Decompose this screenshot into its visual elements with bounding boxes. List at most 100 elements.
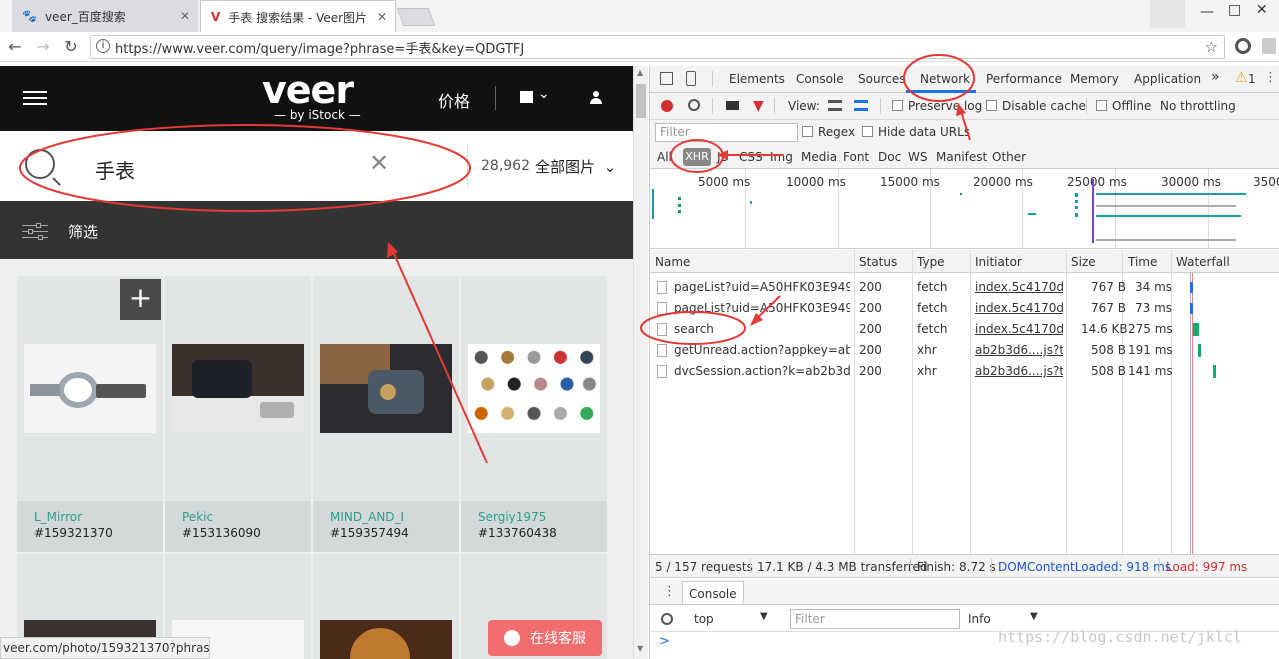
result-type-dropdown[interactable]: 全部图片 ⌄ <box>535 156 616 177</box>
tab-network[interactable]: Network <box>920 72 970 86</box>
screen-toggle-icon[interactable] <box>520 91 533 103</box>
back-icon[interactable]: ← <box>4 37 26 57</box>
more-tabs-icon[interactable]: » <box>1211 69 1220 85</box>
card-author[interactable]: Pekic <box>182 510 213 524</box>
drawer-console-tab[interactable]: Console <box>682 581 744 604</box>
column-status[interactable]: Status <box>859 255 897 269</box>
watch-image[interactable] <box>172 344 304 433</box>
scroll-down-icon[interactable]: ▼ <box>637 644 643 653</box>
clear-icon[interactable] <box>688 99 700 111</box>
live-chat-button[interactable]: 在线客服 <box>488 620 602 656</box>
log-level-select[interactable]: Info ▼ <box>966 609 1046 629</box>
url-input[interactable]: i https://www.veer.com/query/image?phras… <box>90 35 1225 59</box>
watch-image[interactable] <box>24 344 156 433</box>
console-prompt[interactable]: > <box>659 634 670 649</box>
scroll-thumb[interactable] <box>636 84 646 118</box>
scroll-up-icon[interactable]: ▲ <box>637 68 643 77</box>
clear-console-icon[interactable] <box>661 613 673 625</box>
watch-image[interactable] <box>320 620 452 659</box>
type-font[interactable]: Font <box>843 150 869 164</box>
card-author[interactable]: MIND_AND_I <box>330 510 404 524</box>
inspect-icon[interactable] <box>660 72 673 85</box>
type-manifest[interactable]: Manifest <box>936 150 987 164</box>
tab-console[interactable]: Console <box>796 72 844 86</box>
card-author[interactable]: L_Mirror <box>34 510 82 524</box>
checkbox[interactable] <box>862 126 873 137</box>
checkbox[interactable] <box>892 100 903 111</box>
type-css[interactable]: CSS <box>739 150 763 164</box>
request-initiator[interactable]: index.5c4170d... <box>975 301 1063 315</box>
request-initiator[interactable]: index.5c4170d... <box>975 322 1063 336</box>
camera-icon[interactable] <box>726 101 739 110</box>
checkbox[interactable] <box>986 100 997 111</box>
checkbox[interactable] <box>802 126 813 137</box>
price-link[interactable]: 价格 <box>438 88 470 112</box>
close-icon[interactable]: ✕ <box>180 9 190 23</box>
filter-bar[interactable]: 筛选 <box>0 201 633 259</box>
kebab-menu-icon[interactable]: ⋮ <box>1264 70 1277 85</box>
regex-checkbox[interactable]: Regex <box>802 125 855 139</box>
tab-elements[interactable]: Elements <box>729 72 785 86</box>
drawer-menu-icon[interactable]: ⋮ <box>663 584 676 599</box>
browser-tab-baidu[interactable]: 🐾 veer_百度搜索 ✕ <box>12 0 198 32</box>
waterfall-view-icon[interactable] <box>854 100 868 111</box>
type-ws[interactable]: WS <box>908 150 927 164</box>
column-initiator[interactable]: Initiator <box>975 255 1022 269</box>
large-rows-icon[interactable] <box>828 100 842 111</box>
column-waterfall[interactable]: Waterfall <box>1176 255 1230 269</box>
close-icon[interactable]: ✕ <box>372 10 387 24</box>
throttling-select[interactable]: No throttling <box>1160 99 1236 113</box>
type-img[interactable]: Img <box>770 150 793 164</box>
image-card[interactable] <box>313 554 459 659</box>
star-icon[interactable]: ☆ <box>1205 38 1218 56</box>
search-icon[interactable] <box>25 149 61 186</box>
record-icon[interactable] <box>661 100 673 112</box>
image-card[interactable]: MIND_AND_I #159357494 <box>313 276 459 552</box>
column-time[interactable]: Time <box>1128 255 1157 269</box>
search-input[interactable]: 手表 <box>95 155 135 184</box>
minimize-icon[interactable]: — <box>1200 4 1214 20</box>
column-name[interactable]: Name <box>655 255 690 269</box>
request-initiator[interactable]: ab2b3d6....js?t... <box>975 364 1063 378</box>
window-close-icon[interactable]: ✕ <box>1256 2 1268 18</box>
table-row[interactable]: dvcSession.action?k=ab2b3d6d... 200 xhr … <box>650 361 1279 382</box>
request-initiator[interactable]: ab2b3d6....js?t... <box>975 343 1063 357</box>
tab-performance[interactable]: Performance <box>986 72 1062 86</box>
table-row[interactable]: search 200 fetch index.5c4170d... 14.6 K… <box>650 319 1279 340</box>
chevron-down-icon[interactable]: ⌄ <box>538 86 550 102</box>
offline-checkbox[interactable]: Offline <box>1096 99 1151 113</box>
watch-image[interactable] <box>468 344 600 433</box>
extension-icon[interactable] <box>1235 38 1251 54</box>
device-toolbar-icon[interactable] <box>686 71 696 86</box>
image-card[interactable]: Sergiy1975 #133760438 <box>461 276 607 552</box>
type-other[interactable]: Other <box>992 150 1026 164</box>
type-js[interactable]: JS <box>717 150 728 164</box>
reload-icon[interactable]: ↻ <box>60 37 82 57</box>
table-row[interactable]: getUnread.action?appkey=ab2b... 200 xhr … <box>650 340 1279 361</box>
maximize-icon[interactable]: □ <box>1228 2 1241 18</box>
type-xhr[interactable]: XHR <box>683 148 711 166</box>
user-icon[interactable] <box>590 91 602 104</box>
checkbox[interactable] <box>1096 100 1107 111</box>
context-select[interactable]: top ▼ <box>688 609 780 629</box>
watch-image[interactable] <box>320 344 452 433</box>
add-button[interactable]: + <box>120 279 161 320</box>
card-author[interactable]: Sergiy1975 <box>478 510 546 524</box>
table-row[interactable]: pageList?uid=A50HFK03E949&... 200 fetch … <box>650 277 1279 298</box>
tab-memory[interactable]: Memory <box>1070 72 1119 86</box>
column-type[interactable]: Type <box>917 255 945 269</box>
type-media[interactable]: Media <box>801 150 837 164</box>
filter-funnel-icon[interactable]: ▼ <box>753 98 764 114</box>
forward-icon[interactable]: → <box>32 37 54 57</box>
image-card[interactable]: Pekic #153136090 <box>165 276 311 552</box>
veer-logo[interactable]: veer <box>262 68 354 112</box>
browser-tab-veer[interactable]: V 手表 搜索结果 - Veer图片 ✕ <box>200 0 396 33</box>
tab-sources[interactable]: Sources <box>858 72 905 86</box>
page-scrollbar[interactable]: ▲ ▼ <box>633 66 648 659</box>
info-icon[interactable]: i <box>96 39 110 53</box>
tab-application[interactable]: Application <box>1134 72 1201 86</box>
request-initiator[interactable]: index.5c4170d... <box>975 280 1063 294</box>
menu-icon[interactable] <box>1262 38 1276 54</box>
type-all[interactable]: All <box>657 150 672 164</box>
user-icon[interactable] <box>1150 0 1185 28</box>
